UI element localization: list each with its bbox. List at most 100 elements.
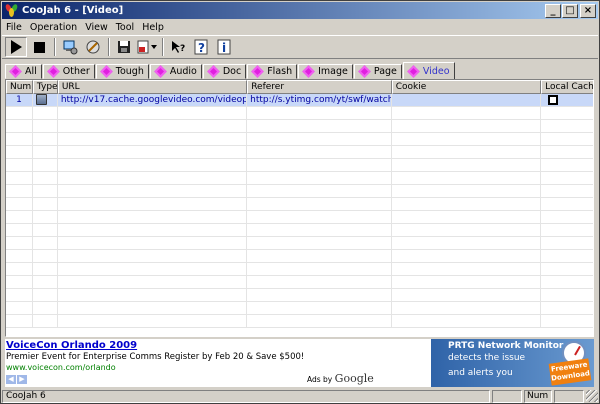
empty-row (6, 250, 593, 263)
save-button[interactable] (113, 37, 135, 57)
column-header-type[interactable]: Type (32, 80, 58, 94)
empty-cell (247, 211, 392, 223)
empty-cell (6, 172, 33, 184)
context-help-button[interactable]: ? (167, 37, 189, 57)
export-button[interactable] (136, 37, 158, 57)
empty-cell (33, 133, 58, 145)
tab-page[interactable]: Page (353, 64, 402, 79)
empty-cell (247, 302, 392, 314)
empty-cell (6, 276, 33, 288)
column-header-referer[interactable]: Referer (247, 80, 392, 94)
network-settings-button[interactable] (59, 37, 81, 57)
empty-cell (541, 198, 593, 210)
chevron-down-icon[interactable] (151, 45, 157, 49)
status-bar: CooJah 6 Num (2, 389, 598, 403)
play-icon (10, 40, 22, 54)
empty-cell (541, 250, 593, 262)
ad-description: Premier Event for Enterprise Comms Regis… (6, 352, 305, 362)
empty-cell (33, 185, 58, 197)
empty-rows (6, 107, 593, 328)
ad-prev-arrow-icon[interactable]: ◀ (6, 375, 16, 384)
empty-row (6, 107, 593, 120)
resize-grip-icon[interactable] (586, 390, 598, 402)
tab-all[interactable]: All (5, 64, 42, 79)
empty-cell (58, 315, 248, 327)
menu-tool[interactable]: Tool (112, 22, 138, 33)
tab-other[interactable]: Other (42, 64, 95, 79)
ad-url[interactable]: www.voicecon.com/orlando (6, 363, 116, 372)
empty-cell (6, 146, 33, 158)
freeware-download-badge: Freeware Download (548, 358, 592, 386)
empty-cell (541, 302, 593, 314)
gem-icon (206, 65, 220, 78)
banner-line-1: detects the issue (448, 353, 526, 363)
empty-cell (58, 302, 248, 314)
empty-cell (392, 211, 542, 223)
list-header: Num Type URL Referer Cookie Local Cache (6, 80, 593, 94)
menu-help[interactable]: Help (138, 22, 168, 33)
help-pointer-icon: ? (172, 41, 185, 54)
local-cache-checkbox[interactable] (548, 95, 559, 105)
row-num: 1 (6, 94, 33, 106)
empty-row (6, 198, 593, 211)
empty-cell (541, 211, 593, 223)
title-bar[interactable]: CooJah 6 - [Video] _ □ × (2, 2, 598, 19)
svg-text:i: i (222, 41, 226, 55)
stop-button[interactable] (28, 37, 50, 57)
video-file-icon (35, 94, 47, 105)
empty-cell (541, 224, 593, 236)
ad-next-arrow-icon[interactable]: ▶ (17, 375, 27, 384)
menu-operation[interactable]: Operation (26, 22, 81, 33)
tab-tough[interactable]: Tough (95, 64, 149, 79)
status-panel (492, 389, 522, 403)
maximize-button[interactable]: □ (562, 3, 578, 18)
info-button[interactable]: i (213, 37, 235, 57)
ad-title-link[interactable]: VoiceCon Orlando 2009 (6, 340, 137, 351)
empty-cell (541, 159, 593, 171)
empty-cell (33, 302, 58, 314)
empty-cell (6, 120, 33, 132)
menu-file[interactable]: File (2, 22, 26, 33)
minimize-button[interactable]: _ (545, 3, 561, 18)
empty-cell (541, 146, 593, 158)
empty-cell (58, 133, 248, 145)
empty-cell (33, 120, 58, 132)
ads-by-google[interactable]: Ads by Google (307, 372, 374, 385)
num-lock-indicator: Num (524, 389, 552, 403)
column-header-url[interactable]: URL (57, 80, 248, 94)
category-tabs: All Other Tough Audio Doc Flash Image Pa… (5, 62, 456, 79)
help-button[interactable]: ? (190, 37, 212, 57)
menu-view[interactable]: View (81, 22, 112, 33)
text-ad: VoiceCon Orlando 2009 Premier Event for … (5, 339, 425, 387)
info-icon: i (217, 39, 231, 55)
empty-cell (58, 250, 248, 262)
empty-cell (247, 185, 392, 197)
tab-audio[interactable]: Audio (149, 64, 202, 79)
tab-flash[interactable]: Flash (247, 64, 298, 79)
empty-cell (541, 133, 593, 145)
empty-cell (58, 107, 248, 119)
play-button[interactable] (5, 37, 27, 57)
tab-video[interactable]: Video (402, 62, 455, 79)
column-header-num[interactable]: Num (6, 80, 33, 94)
empty-cell (247, 250, 392, 262)
capture-list[interactable]: Num Type URL Referer Cookie Local Cache … (5, 79, 594, 337)
prtg-banner-ad[interactable]: PRTG Network Monitor detects the issue a… (431, 339, 594, 387)
empty-cell (247, 146, 392, 158)
table-row[interactable]: 1 http://v17.cache.googlevideo.com/video… (6, 94, 593, 107)
tab-doc[interactable]: Doc (202, 64, 247, 79)
column-header-cookie[interactable]: Cookie (391, 80, 542, 94)
gem-icon (9, 65, 22, 78)
empty-cell (6, 250, 33, 262)
column-header-local-cache[interactable]: Local Cache (541, 80, 593, 94)
close-button[interactable]: × (580, 3, 596, 18)
empty-cell (247, 263, 392, 275)
toolbar-separator (108, 38, 110, 56)
wrench-settings-button[interactable] (82, 37, 104, 57)
empty-cell (58, 276, 248, 288)
tab-image[interactable]: Image (298, 64, 353, 79)
empty-cell (33, 159, 58, 171)
toolbar: ? ? i (2, 35, 598, 59)
empty-cell (6, 224, 33, 236)
network-settings-icon (63, 40, 78, 55)
